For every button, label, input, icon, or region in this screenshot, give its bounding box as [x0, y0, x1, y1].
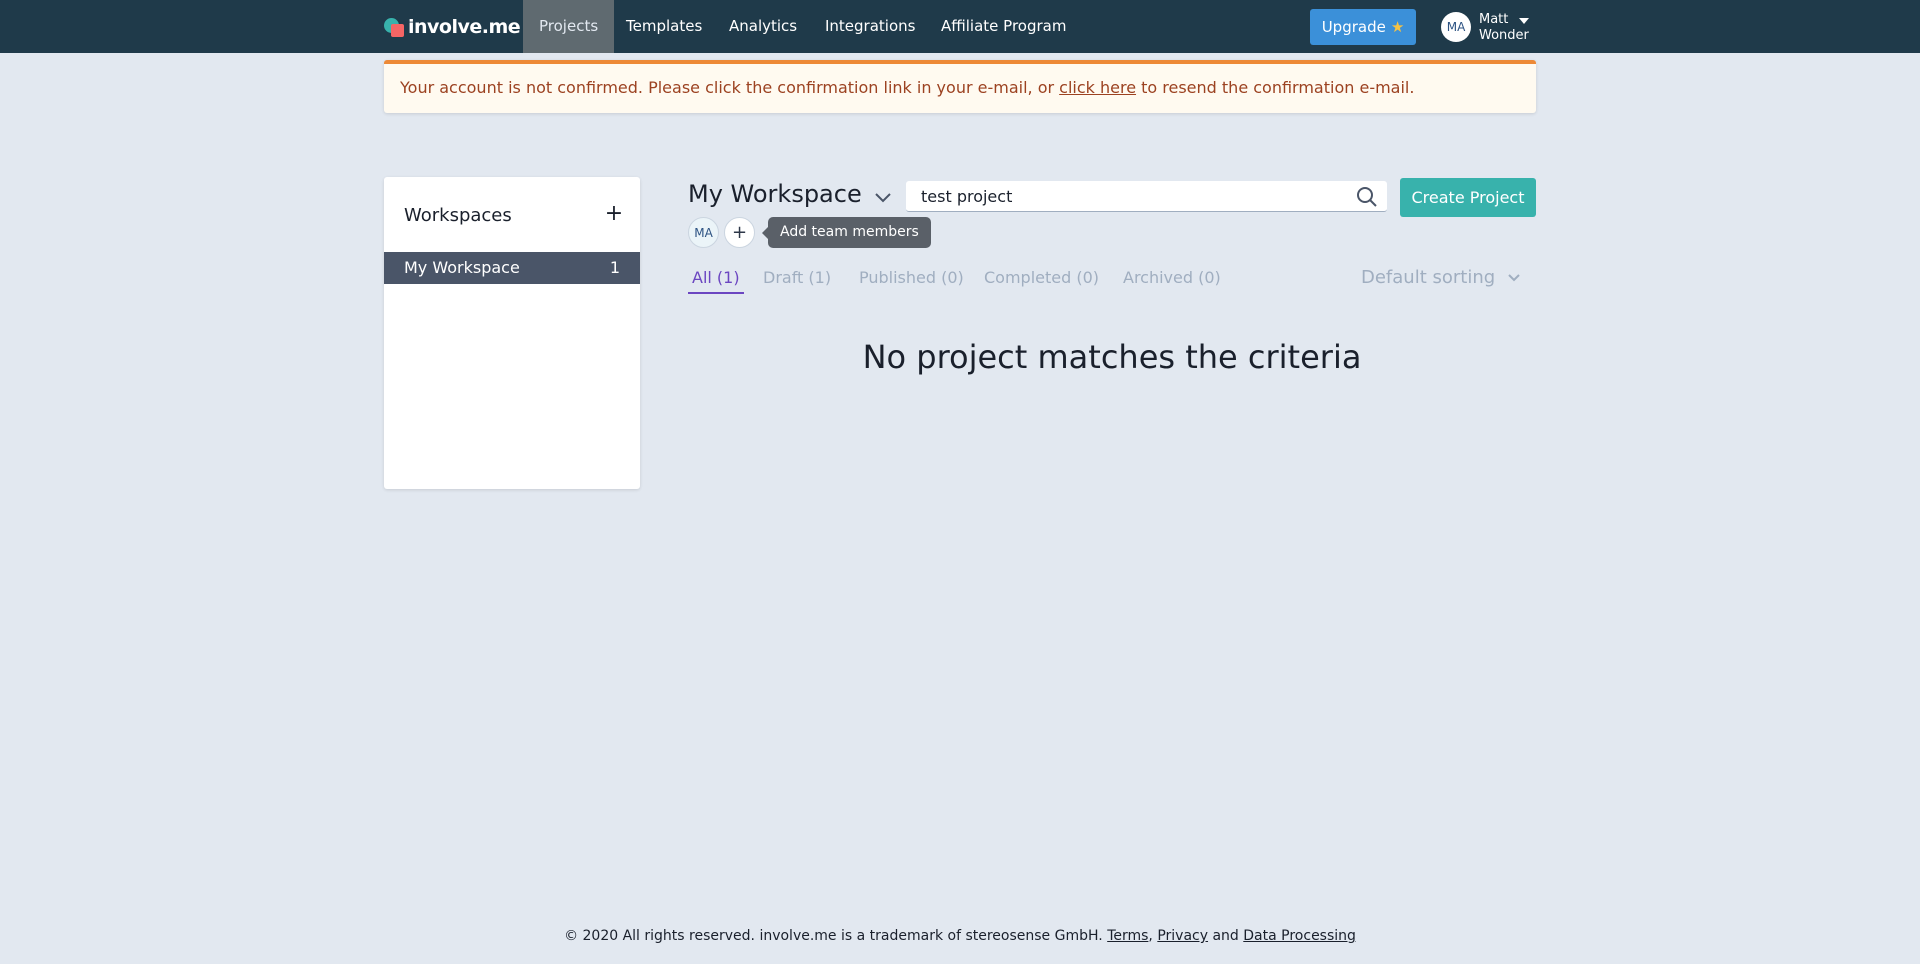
tab-completed[interactable]: Completed (0)	[980, 268, 1103, 292]
data-processing-link[interactable]: Data Processing	[1243, 928, 1356, 944]
add-team-member-button[interactable]: +	[724, 217, 755, 248]
tab-all[interactable]: All (1)	[688, 268, 744, 294]
alert-text-before: Your account is not confirmed. Please cl…	[400, 78, 1060, 97]
nav-affiliate-program[interactable]: Affiliate Program	[925, 0, 1082, 53]
footer: © 2020 All rights reserved. involve.me i…	[0, 928, 1920, 944]
logo[interactable]: involve.me	[384, 14, 521, 40]
footer-separator: and	[1208, 928, 1244, 944]
add-workspace-icon[interactable]: +	[602, 201, 626, 226]
user-name[interactable]: Matt Wonder	[1479, 12, 1529, 44]
footer-text: © 2020 All rights reserved. involve.me i…	[564, 928, 1108, 944]
privacy-link[interactable]: Privacy	[1157, 928, 1208, 944]
nav-projects[interactable]: Projects	[523, 0, 615, 53]
logo-icon	[384, 16, 404, 38]
search-icon[interactable]	[1356, 186, 1378, 208]
star-icon: ★	[1390, 18, 1405, 36]
logo-text: involve.me	[408, 16, 521, 38]
create-project-button[interactable]: Create Project	[1400, 178, 1536, 217]
chevron-down-icon[interactable]	[873, 188, 893, 208]
upgrade-label: Upgrade	[1321, 18, 1386, 36]
account-unconfirmed-alert: Your account is not confirmed. Please cl…	[384, 60, 1536, 113]
user-avatar[interactable]: MA	[1441, 12, 1471, 42]
sidebar-item-count: 1	[609, 258, 620, 277]
tab-archived[interactable]: Archived (0)	[1119, 268, 1225, 292]
resend-confirmation-link[interactable]: click here	[1059, 78, 1136, 97]
user-last-name: Wonder	[1479, 28, 1529, 43]
chevron-down-icon	[1508, 273, 1520, 281]
search-box	[906, 181, 1387, 212]
workspace-title[interactable]: My Workspace	[688, 180, 862, 208]
sorting-dropdown[interactable]: Default sorting	[1361, 267, 1521, 288]
sidebar-item-my-workspace[interactable]: My Workspace 1	[384, 252, 640, 284]
tab-draft[interactable]: Draft (1)	[759, 268, 835, 292]
nav-analytics[interactable]: Analytics	[713, 0, 813, 53]
member-avatar[interactable]: MA	[688, 217, 719, 248]
footer-separator: ,	[1148, 928, 1158, 944]
empty-state-message: No project matches the criteria	[862, 338, 1362, 376]
caret-down-icon[interactable]	[1519, 18, 1529, 24]
sidebar-item-label: My Workspace	[404, 258, 520, 277]
tab-published[interactable]: Published (0)	[855, 268, 968, 292]
nav-integrations[interactable]: Integrations	[809, 0, 931, 53]
top-navbar: involve.me Projects Templates Analytics …	[0, 0, 1920, 53]
upgrade-button[interactable]: Upgrade ★	[1310, 9, 1416, 45]
nav-templates[interactable]: Templates	[610, 0, 718, 53]
search-input[interactable]	[906, 181, 1346, 212]
workspaces-title: Workspaces	[404, 205, 512, 226]
workspaces-sidebar: Workspaces + My Workspace 1	[384, 177, 640, 489]
add-team-members-tooltip: Add team members	[762, 217, 931, 248]
sorting-label: Default sorting	[1361, 267, 1496, 288]
alert-text-after: to resend the confirmation e-mail.	[1136, 78, 1415, 97]
terms-link[interactable]: Terms	[1107, 928, 1148, 944]
